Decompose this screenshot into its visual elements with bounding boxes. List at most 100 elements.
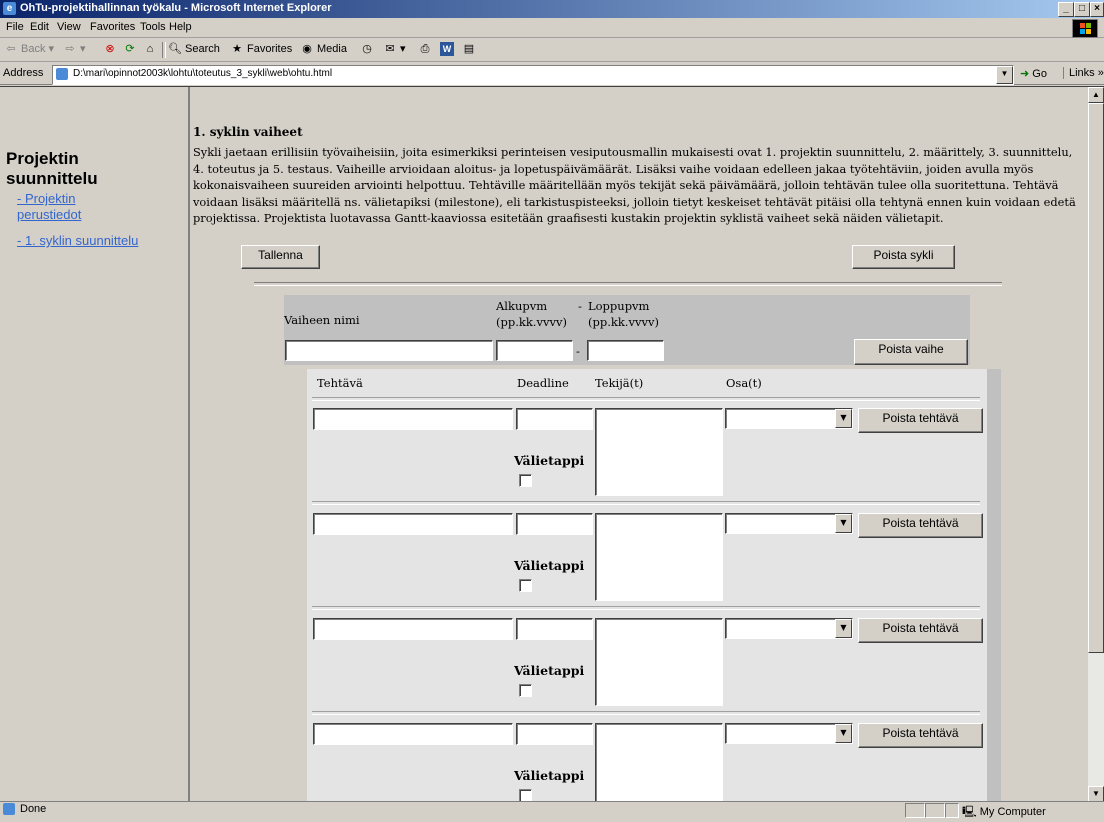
window-title: OhTu-projektihallinnan työkalu - Microso… <box>20 2 332 14</box>
mail-icon: ✉ <box>385 43 395 56</box>
task-assignees-textarea[interactable] <box>595 513 723 601</box>
intro-text: Sykli jaetaan erillisiin työvaiheisiin, … <box>193 145 1076 225</box>
start-date-label: Alkupvm <box>496 299 548 313</box>
delete-cycle-button[interactable]: Poista sykli <box>852 245 955 269</box>
delete-task-button[interactable]: Poista tehtävä <box>858 513 983 538</box>
status-text: Done <box>20 803 47 815</box>
favorites-button[interactable]: ★ Favorites <box>230 42 292 56</box>
start-date-format: (pp.kk.vvvv) <box>496 315 567 329</box>
start-date-input[interactable] <box>496 340 573 361</box>
milestone-label: Välietappi <box>514 558 585 573</box>
home-button[interactable]: ⌂ <box>143 42 160 56</box>
page-icon <box>56 68 68 80</box>
task-part-select[interactable]: ▼ <box>725 408 853 429</box>
menu-file[interactable]: File <box>6 21 24 33</box>
column-header-deadline: Deadline <box>517 376 569 390</box>
end-date-format: (pp.kk.vvvv) <box>588 315 659 329</box>
search-icon: 🔍︎ <box>168 43 182 55</box>
page-content: Projektin suunnittelu - Projektin perust… <box>0 86 1104 802</box>
discuss-icon: ▤ <box>463 43 475 55</box>
media-button[interactable]: ◉ Media <box>300 42 347 56</box>
go-button[interactable]: ➜ Go <box>1020 67 1047 80</box>
milestone-checkbox[interactable] <box>519 684 532 697</box>
chevron-down-icon: ▼ <box>835 514 852 533</box>
discuss-button[interactable]: ▤ <box>462 42 479 56</box>
end-date-label: Loppupvm <box>588 299 650 313</box>
menu-tools[interactable]: Tools <box>140 21 166 33</box>
windows-logo-icon <box>1072 19 1098 38</box>
menu-help[interactable]: Help <box>169 21 192 33</box>
stop-button[interactable]: ⊗ <box>103 42 120 56</box>
task-assignees-textarea[interactable] <box>595 723 723 802</box>
end-date-input[interactable] <box>587 340 664 361</box>
sidebar: Projektin suunnittelu - Projektin perust… <box>0 87 190 802</box>
stop-icon: ⊗ <box>105 43 115 55</box>
task-name-input[interactable] <box>313 408 513 430</box>
back-button[interactable]: ⇦ Back ▾ <box>4 42 54 56</box>
task-deadline-input[interactable] <box>516 618 593 640</box>
task-assignees-textarea[interactable] <box>595 618 723 706</box>
task-name-input[interactable] <box>313 618 513 640</box>
window-titlebar: e OhTu-projektihallinnan työkalu - Micro… <box>0 0 1104 18</box>
chevron-down-icon: ▼ <box>835 409 852 428</box>
go-arrow-icon: ➜ <box>1020 68 1030 80</box>
milestone-checkbox[interactable] <box>519 579 532 592</box>
save-button[interactable]: Tallenna <box>241 245 320 269</box>
print-button[interactable]: ⎙ <box>418 42 435 56</box>
minimize-button[interactable]: _ <box>1058 2 1074 17</box>
edit-word-button[interactable]: W <box>440 42 457 56</box>
vertical-scrollbar[interactable]: ▲ ▼ <box>1088 87 1104 802</box>
task-divider <box>312 711 980 715</box>
address-dropdown-arrow-icon[interactable]: ▼ <box>996 66 1013 84</box>
forward-button[interactable]: ⇨ ▾ <box>63 42 85 56</box>
sidebar-heading: Projektin suunnittelu <box>6 149 98 188</box>
menu-view[interactable]: View <box>57 21 81 33</box>
scroll-up-arrow-icon[interactable]: ▲ <box>1088 87 1104 103</box>
scroll-down-arrow-icon[interactable]: ▼ <box>1088 786 1104 802</box>
word-icon: W <box>440 42 454 56</box>
header-divider <box>312 397 980 401</box>
chevron-down-icon: ▼ <box>835 619 852 638</box>
menu-edit[interactable]: Edit <box>30 21 49 33</box>
task-part-select[interactable]: ▼ <box>725 723 853 744</box>
security-zone: 🖳 My Computer <box>962 806 1046 818</box>
back-arrow-icon: ⇦ <box>6 43 16 56</box>
task-assignees-textarea[interactable] <box>595 408 723 496</box>
milestone-checkbox[interactable] <box>519 474 532 487</box>
milestone-label: Välietappi <box>514 453 585 468</box>
column-header-parts: Osa(t) <box>726 376 762 390</box>
history-button[interactable]: ◷ <box>360 42 377 56</box>
computer-icon: 🖳 <box>962 806 977 818</box>
refresh-button[interactable]: ⟳ <box>123 42 140 56</box>
task-part-select[interactable]: ▼ <box>725 513 853 534</box>
status-pane <box>925 803 945 818</box>
scroll-thumb[interactable] <box>1088 103 1104 653</box>
print-icon: ⎙ <box>420 43 430 55</box>
task-name-input[interactable] <box>313 723 513 745</box>
close-button[interactable]: × <box>1090 2 1104 17</box>
date-dash-label: - <box>578 299 582 313</box>
sidebar-link-project-info[interactable]: - Projektin perustiedot <box>17 191 81 223</box>
task-divider <box>312 501 980 505</box>
menu-favorites[interactable]: Favorites <box>90 21 135 33</box>
links-button[interactable]: Links » <box>1063 67 1104 79</box>
sidebar-link-cycle-planning[interactable]: - 1. syklin suunnittelu <box>17 233 138 249</box>
task-deadline-input[interactable] <box>516 513 593 535</box>
delete-phase-button[interactable]: Poista vaihe <box>854 339 968 365</box>
task-part-select[interactable]: ▼ <box>725 618 853 639</box>
status-pane <box>905 803 925 818</box>
task-name-input[interactable] <box>313 513 513 535</box>
maximize-button[interactable]: □ <box>1074 2 1090 17</box>
delete-task-button[interactable]: Poista tehtävä <box>858 723 983 748</box>
phase-name-input[interactable] <box>285 340 493 361</box>
delete-task-button[interactable]: Poista tehtävä <box>858 408 983 433</box>
milestone-label: Välietappi <box>514 768 585 783</box>
search-button[interactable]: 🔍︎ Search <box>168 42 220 56</box>
mail-button[interactable]: ✉ ▾ <box>383 42 405 56</box>
phase-name-label: Vaiheen nimi <box>284 313 360 327</box>
delete-task-button[interactable]: Poista tehtävä <box>858 618 983 643</box>
task-deadline-input[interactable] <box>516 408 593 430</box>
forward-arrow-icon: ⇨ <box>65 43 75 56</box>
task-deadline-input[interactable] <box>516 723 593 745</box>
address-input[interactable]: D:\mari\opinnot2003k\lohtu\toteutus_3_sy… <box>52 65 1014 85</box>
